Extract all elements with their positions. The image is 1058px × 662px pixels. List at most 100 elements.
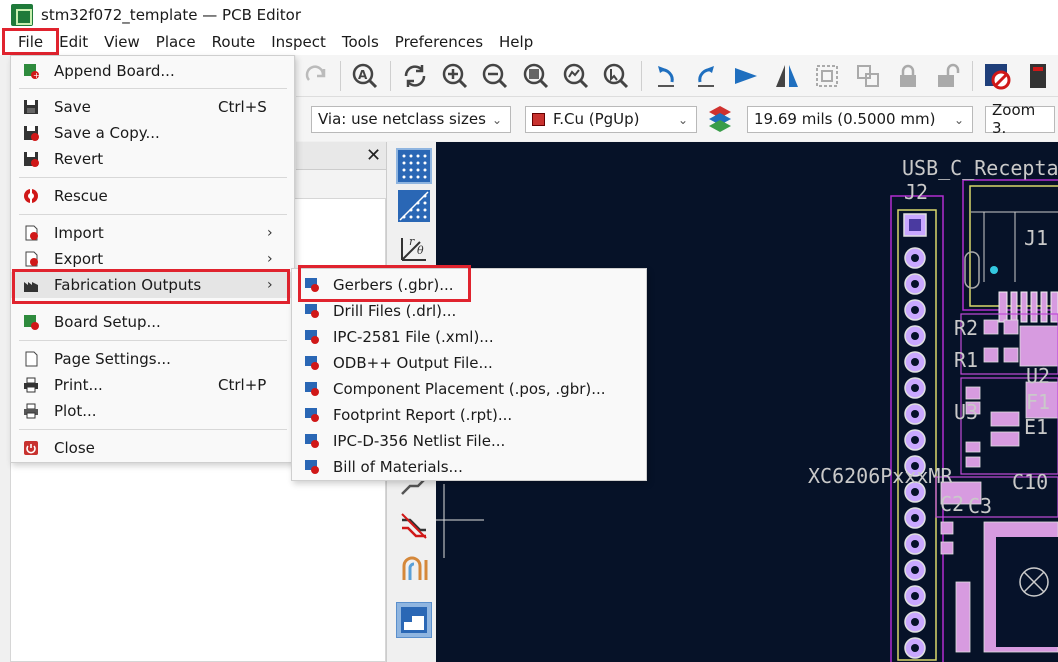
menu-item-plot[interactable]: Plot...	[11, 398, 294, 424]
menu-item-print[interactable]: Print... Ctrl+P	[11, 372, 294, 398]
menu-file[interactable]: File	[10, 30, 51, 55]
canvas-label-c2: C2	[940, 492, 965, 516]
menu-item-gerbers[interactable]: Gerbers (.gbr)...	[292, 272, 646, 298]
via-size-select[interactable]: Via: use netclass sizes ⌄	[311, 105, 511, 133]
menu-item-ipc2581[interactable]: IPC-2581 File (.xml)...	[292, 324, 646, 350]
file-menu-dropdown: + Append Board... Save Ctrl+S Save a Cop…	[10, 55, 295, 463]
grid-dots-icon[interactable]	[396, 148, 432, 184]
menu-help[interactable]: Help	[491, 30, 541, 55]
menu-preferences[interactable]: Preferences	[387, 30, 491, 55]
select-mode-icon[interactable]	[396, 602, 432, 638]
canvas-label-j1: J1	[1024, 226, 1049, 250]
grid-select[interactable]: 19.69 mils (0.5000 mm) ⌄	[747, 105, 973, 133]
canvas-label-r1: R1	[954, 348, 979, 372]
zoom-objects-icon[interactable]	[560, 59, 592, 93]
export-icon	[25, 251, 38, 267]
netlist-file-icon	[305, 434, 319, 448]
menu-item-rescue[interactable]: Rescue	[11, 183, 294, 209]
menu-separator	[19, 303, 287, 304]
ratsnest-icon[interactable]	[396, 550, 432, 586]
title-bar: stm32f072_template — PCB Editor	[0, 0, 1058, 30]
menu-item-board-setup[interactable]: Board Setup...	[11, 309, 294, 335]
svg-text:θ: θ	[417, 244, 424, 257]
menu-separator	[19, 429, 287, 430]
menu-item-page-settings[interactable]: Page Settings...	[11, 346, 294, 372]
page-settings-icon	[25, 351, 38, 367]
gerber-file-icon	[305, 278, 319, 292]
menu-item-component-placement[interactable]: Component Placement (.pos, .gbr)...	[292, 376, 646, 402]
rotate-cw-icon[interactable]	[690, 59, 722, 93]
polar-coords-icon[interactable]: rθ	[396, 230, 432, 266]
menu-item-import[interactable]: Import ›	[11, 220, 294, 246]
layer-select[interactable]: F.Cu (PgUp) ⌄	[525, 105, 697, 133]
zoom-fit-icon[interactable]	[520, 59, 552, 93]
highlight-net-icon[interactable]	[396, 508, 432, 544]
zoom-in-icon[interactable]	[439, 59, 471, 93]
canvas-label-e1: E1	[1024, 415, 1049, 439]
canvas-label-f1: F1	[1026, 390, 1051, 414]
menu-view[interactable]: View	[96, 30, 148, 55]
drc-icon[interactable]	[981, 59, 1013, 93]
main-toolbar: A	[296, 55, 1058, 97]
zoom-value: Zoom 3.	[992, 101, 1036, 137]
canvas-label-xc6206: XC6206PxxxMR	[808, 464, 953, 488]
menu-route[interactable]: Route	[204, 30, 264, 55]
mirror-icon[interactable]	[771, 59, 803, 93]
canvas-label-j2: J2	[904, 180, 929, 204]
rescue-icon	[24, 189, 38, 203]
zoom-selection-icon[interactable]	[600, 59, 632, 93]
menu-item-export[interactable]: Export ›	[11, 246, 294, 272]
save-icon	[24, 100, 38, 114]
panel-close-icon[interactable]: ✕	[366, 145, 381, 166]
find-icon[interactable]: A	[349, 59, 381, 93]
menu-bar: File Edit View Place Route Inspect Tools…	[0, 30, 1058, 55]
unlock-icon[interactable]	[932, 59, 964, 93]
menu-item-revert[interactable]: Revert	[11, 146, 294, 172]
menu-item-append-board[interactable]: + Append Board...	[11, 58, 294, 84]
board-stats-icon[interactable]	[1022, 59, 1054, 93]
menu-item-close[interactable]: Close	[11, 435, 294, 461]
zoom-select[interactable]: Zoom 3.	[985, 101, 1055, 137]
menu-item-save[interactable]: Save Ctrl+S	[11, 94, 294, 120]
secondary-toolbar: Via: use netclass sizes ⌄ F.Cu (PgUp) ⌄ …	[296, 97, 1058, 141]
chevron-down-icon: ⌄	[953, 112, 964, 127]
menu-item-save-copy[interactable]: Save a Copy...	[11, 120, 294, 146]
menu-item-ipc-d-356[interactable]: IPC-D-356 Netlist File...	[292, 428, 646, 454]
menu-separator	[19, 214, 287, 215]
menu-item-bom[interactable]: Bill of Materials...	[292, 454, 646, 480]
plot-icon	[24, 403, 38, 419]
menu-item-odb[interactable]: ODB++ Output File...	[292, 350, 646, 376]
fabrication-outputs-submenu: Gerbers (.gbr)... Drill Files (.drl)... …	[291, 268, 647, 481]
ungroup-icon[interactable]	[851, 59, 883, 93]
menu-edit[interactable]: Edit	[51, 30, 96, 55]
toolbar-separator	[972, 60, 974, 91]
menu-item-footprint-report[interactable]: Footprint Report (.rpt)...	[292, 402, 646, 428]
placement-file-icon	[305, 382, 319, 396]
chevron-right-icon: ›	[267, 225, 273, 241]
grid-overrides-icon[interactable]	[396, 188, 432, 224]
flip-icon[interactable]	[730, 59, 762, 93]
group-icon[interactable]	[811, 59, 843, 93]
toolbar-separator	[640, 60, 642, 91]
odb-file-icon	[305, 356, 319, 370]
pcb-editor-app-icon	[11, 4, 33, 26]
redo-icon[interactable]	[300, 59, 332, 93]
layer-value: F.Cu (PgUp)	[553, 110, 640, 128]
zoom-out-icon[interactable]	[479, 59, 511, 93]
drill-file-icon	[305, 304, 319, 318]
grid-value: 19.69 mils (0.5000 mm)	[754, 110, 936, 128]
menu-inspect[interactable]: Inspect	[263, 30, 334, 55]
layer-pair-icon[interactable]	[707, 104, 733, 134]
menu-item-drill-files[interactable]: Drill Files (.drl)...	[292, 298, 646, 324]
fabrication-icon	[24, 282, 38, 292]
canvas-label-c3: C3	[968, 494, 993, 518]
lock-icon[interactable]	[892, 59, 924, 93]
panel-subheader	[296, 170, 386, 198]
window-title: stm32f072_template — PCB Editor	[41, 6, 302, 24]
menu-place[interactable]: Place	[148, 30, 204, 55]
refresh-icon[interactable]	[399, 59, 431, 93]
menu-tools[interactable]: Tools	[334, 30, 387, 55]
via-size-value: Via: use netclass sizes	[318, 110, 486, 128]
menu-item-fabrication-outputs[interactable]: Fabrication Outputs ›	[11, 272, 294, 298]
rotate-ccw-icon[interactable]	[650, 59, 682, 93]
